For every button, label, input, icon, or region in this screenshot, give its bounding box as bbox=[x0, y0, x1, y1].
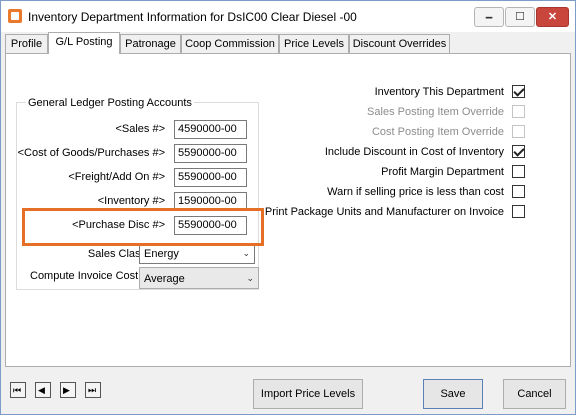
app-icon bbox=[8, 9, 22, 23]
compute-invoice-cost-highlight bbox=[22, 208, 264, 246]
maximize-button[interactable]: ☐ bbox=[505, 7, 535, 27]
previous-record-button[interactable]: ◀ bbox=[35, 382, 51, 398]
previous-record-icon: ◀ bbox=[38, 385, 45, 395]
title-bar: Inventory Department Information for DsI… bbox=[1, 1, 575, 32]
import-price-levels-button[interactable]: Import Price Levels bbox=[253, 379, 363, 409]
save-button[interactable]: Save bbox=[423, 379, 483, 409]
gl-accounts-group-title: General Ledger Posting Accounts bbox=[26, 97, 194, 109]
sales-account-label: <Sales #> bbox=[115, 123, 165, 135]
first-record-button[interactable]: ⏮ bbox=[10, 382, 26, 398]
include-discount-label: Include Discount in Cost of Inventory bbox=[324, 146, 504, 158]
freight-account-field[interactable]: 5590000-00 bbox=[174, 168, 247, 187]
tab-profile[interactable]: Profile bbox=[5, 34, 48, 53]
print-package-units-checkbox[interactable] bbox=[512, 205, 525, 218]
sales-account-field[interactable]: 4590000-00 bbox=[174, 120, 247, 139]
cogs-account-field[interactable]: 5590000-00 bbox=[174, 144, 247, 163]
last-record-button[interactable]: ⏭ bbox=[85, 382, 101, 398]
include-discount-checkbox[interactable] bbox=[512, 145, 525, 158]
first-record-icon: ⏮ bbox=[13, 385, 22, 395]
sales-posting-override-checkbox[interactable] bbox=[512, 105, 525, 118]
cost-posting-override-checkbox[interactable] bbox=[512, 125, 525, 138]
tab-price-levels[interactable]: Price Levels bbox=[279, 34, 349, 53]
compute-invoice-cost-select[interactable]: Average ⌄ bbox=[139, 267, 259, 289]
sales-class-label: Sales Class bbox=[87, 248, 146, 260]
sales-class-value: Energy bbox=[144, 248, 179, 260]
inventory-department-window: Inventory Department Information for DsI… bbox=[0, 0, 576, 415]
compute-invoice-cost-value: Average bbox=[144, 273, 185, 285]
tab-patronage[interactable]: Patronage bbox=[120, 34, 181, 53]
next-record-button[interactable]: ▶ bbox=[60, 382, 76, 398]
profit-margin-dept-label: Profit Margin Department bbox=[381, 166, 504, 178]
sales-posting-override-label: Sales Posting Item Override bbox=[367, 106, 504, 118]
profit-margin-dept-checkbox[interactable] bbox=[512, 165, 525, 178]
print-package-units-label: Print Package Units and Manufacturer on … bbox=[264, 206, 504, 218]
chevron-down-icon: ⌄ bbox=[242, 248, 250, 258]
cost-posting-override-label: Cost Posting Item Override bbox=[371, 126, 504, 138]
chevron-down-icon: ⌄ bbox=[246, 273, 254, 283]
inventory-this-dept-checkbox[interactable] bbox=[512, 85, 525, 98]
warn-selling-price-checkbox[interactable] bbox=[512, 185, 525, 198]
tab-discount-overrides[interactable]: Discount Overrides bbox=[349, 34, 450, 53]
freight-account-label: <Freight/Add On #> bbox=[68, 171, 165, 183]
compute-invoice-cost-label: Compute Invoice Cost bbox=[30, 270, 139, 282]
cancel-button[interactable]: Cancel bbox=[503, 379, 566, 409]
window-title: Inventory Department Information for DsI… bbox=[28, 10, 357, 24]
sales-class-select[interactable]: Energy ⌄ bbox=[139, 244, 255, 264]
inventory-this-dept-label: Inventory This Department bbox=[374, 86, 504, 98]
tab-coop-commission[interactable]: Coop Commission bbox=[181, 34, 279, 53]
next-record-icon: ▶ bbox=[63, 385, 70, 395]
cogs-account-label: <Cost of Goods/Purchases #> bbox=[17, 147, 165, 159]
close-button[interactable]: ✕ bbox=[536, 7, 569, 27]
inventory-account-label: <Inventory #> bbox=[97, 195, 165, 207]
last-record-icon: ⏭ bbox=[88, 385, 97, 395]
warn-selling-price-label: Warn if selling price is less than cost bbox=[327, 186, 504, 198]
minimize-button[interactable]: 🗕 bbox=[474, 7, 504, 27]
tab-gl-posting[interactable]: G/L Posting bbox=[48, 32, 120, 54]
